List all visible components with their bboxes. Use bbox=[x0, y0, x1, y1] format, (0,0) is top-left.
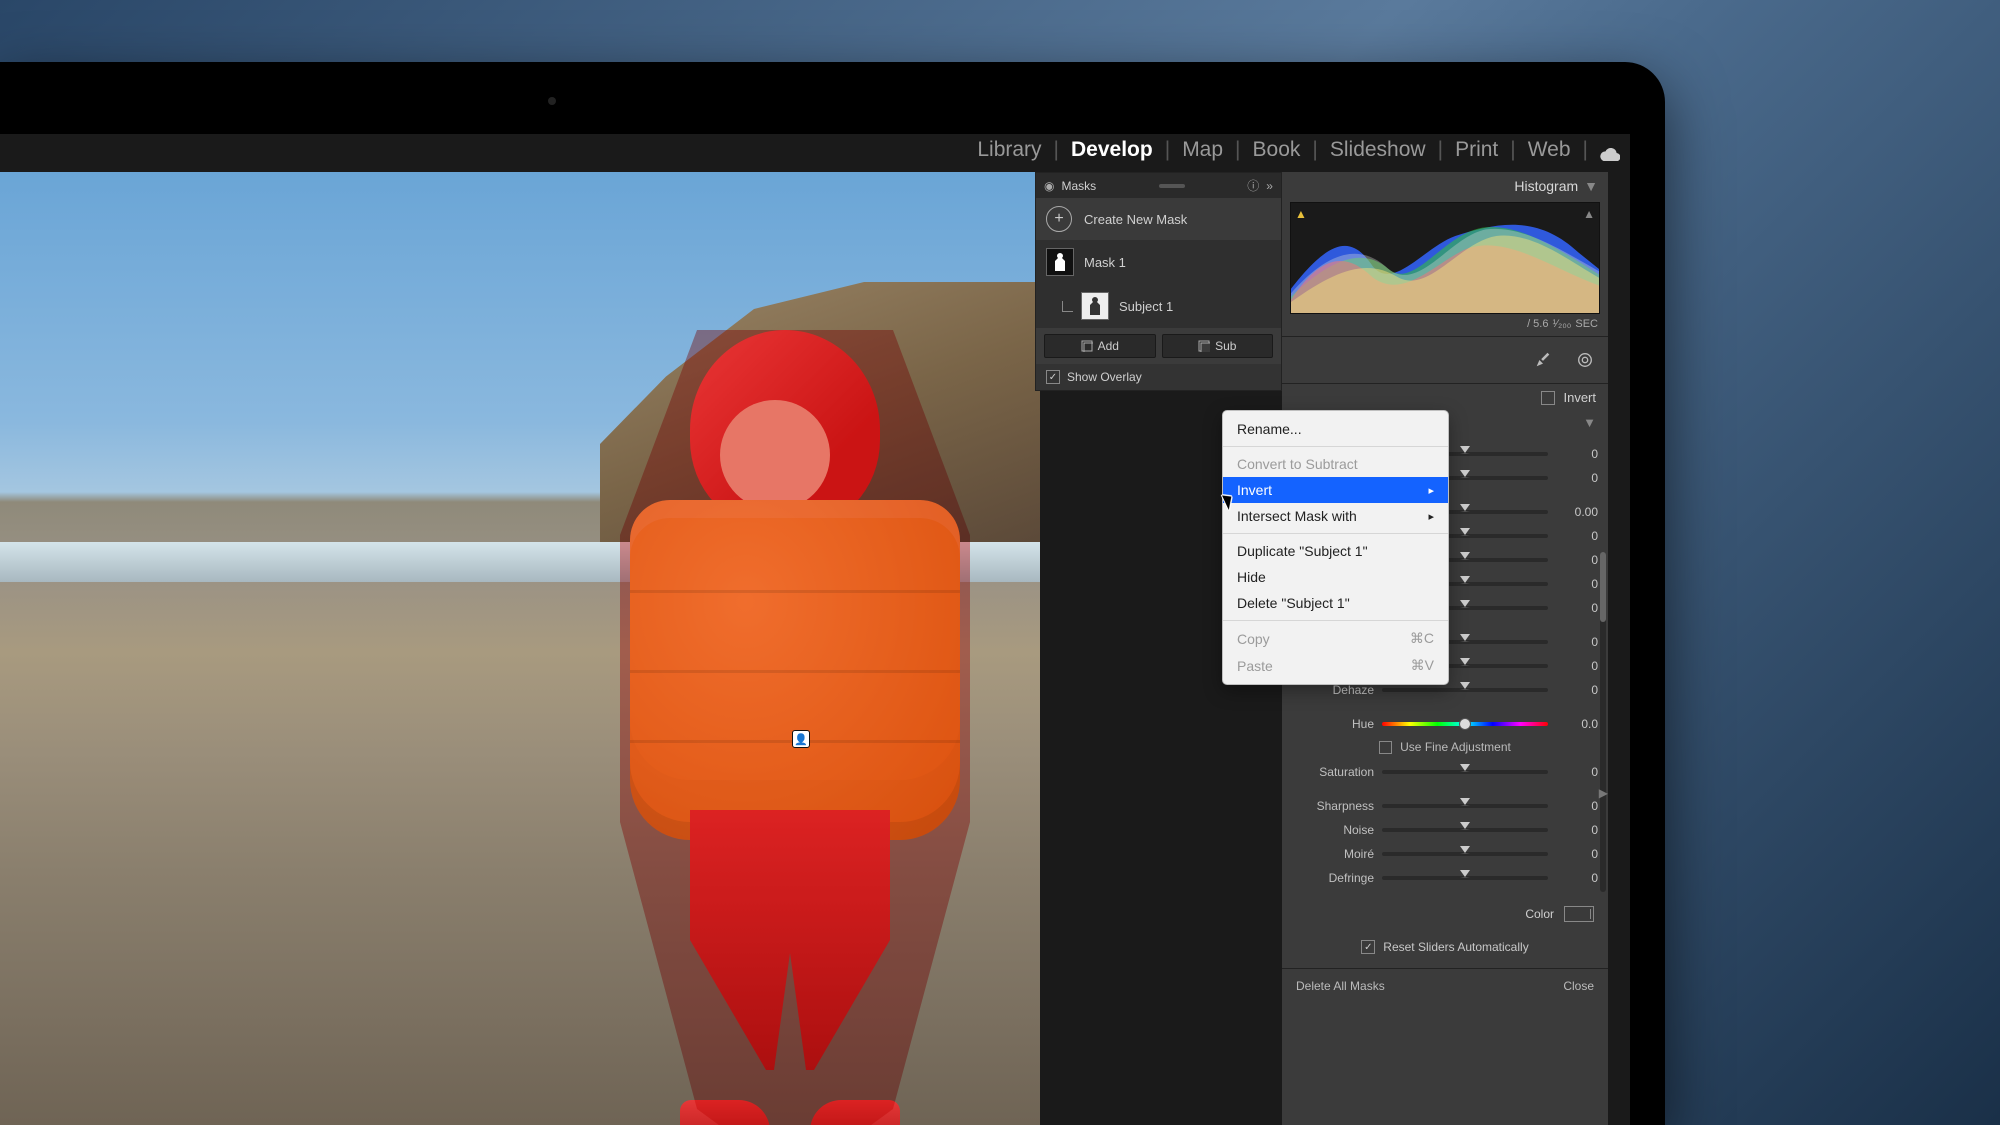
defringe-slider[interactable]: Defringe0 bbox=[1292, 866, 1598, 890]
module-slideshow[interactable]: Slideshow bbox=[1330, 138, 1426, 162]
context-menu: Rename... Convert to Subtract Invert ▸ I… bbox=[1222, 410, 1449, 685]
create-new-mask-label: Create New Mask bbox=[1084, 212, 1187, 227]
create-new-mask-button[interactable]: + Create New Mask bbox=[1036, 198, 1281, 240]
masks-panel-title: Masks bbox=[1061, 179, 1096, 193]
mask-component-item[interactable]: Subject 1 bbox=[1036, 284, 1281, 328]
histogram-graph[interactable]: ▲ ▲ bbox=[1290, 202, 1600, 314]
masks-panel: ◉ Masks ⓘ » + Create New Mask Mask 1 bbox=[1035, 172, 1282, 391]
collapse-icon[interactable]: » bbox=[1266, 179, 1273, 193]
highlight-clip-warning-icon[interactable]: ▲ bbox=[1583, 207, 1595, 221]
subject-thumbnail-icon bbox=[1081, 292, 1109, 320]
eye-icon: ◉ bbox=[1044, 179, 1054, 193]
checkbox-unchecked-icon[interactable] bbox=[1379, 741, 1392, 754]
color-picker-row[interactable]: Color bbox=[1282, 898, 1608, 932]
reset-sliders-row[interactable]: ✓ Reset Sliders Automatically bbox=[1282, 932, 1608, 969]
app-screen: Library | Develop | Map | Book | Slidesh… bbox=[0, 134, 1630, 1125]
module-map[interactable]: Map bbox=[1182, 138, 1223, 162]
delete-all-masks-button[interactable]: Delete All Masks bbox=[1296, 979, 1385, 993]
shadow-clip-warning-icon[interactable]: ▲ bbox=[1295, 207, 1307, 221]
module-web[interactable]: Web bbox=[1528, 138, 1571, 162]
menu-paste: Paste ⌘V bbox=[1223, 652, 1448, 679]
mask-name: Mask 1 bbox=[1084, 255, 1126, 270]
image-preview[interactable]: 👤 bbox=[0, 172, 1040, 1125]
noise-slider[interactable]: Noise0 bbox=[1292, 818, 1598, 842]
slider-knob-icon[interactable] bbox=[1460, 446, 1470, 454]
checkbox-unchecked-icon[interactable] bbox=[1541, 391, 1555, 405]
color-label: Color bbox=[1525, 907, 1554, 921]
laptop-frame: Library | Develop | Map | Book | Slidesh… bbox=[0, 62, 1665, 1125]
menu-intersect-mask-with[interactable]: Intersect Mask with ▸ bbox=[1223, 503, 1448, 529]
module-book[interactable]: Book bbox=[1253, 138, 1301, 162]
menu-convert-to-subtract: Convert to Subtract bbox=[1223, 451, 1448, 477]
mask-panel-footer: Delete All Masks Close bbox=[1282, 969, 1608, 997]
mask-item[interactable]: Mask 1 bbox=[1036, 240, 1281, 284]
mask-add-subtract-row: Add Sub bbox=[1036, 328, 1281, 364]
show-overlay-label: Show Overlay bbox=[1067, 370, 1142, 384]
mask-pin-icon[interactable]: 👤 bbox=[792, 730, 810, 748]
shutter-readout-pre: ¹⁄₂₀₀ bbox=[1552, 318, 1571, 330]
menu-copy: Copy ⌘C bbox=[1223, 625, 1448, 652]
mask-thumbnail-icon bbox=[1046, 248, 1074, 276]
shutter-readout-suffix: SEC bbox=[1575, 318, 1598, 330]
histogram-header[interactable]: Histogram ▼ bbox=[1282, 172, 1608, 200]
disclosure-triangle-icon[interactable]: ▼ bbox=[1584, 178, 1598, 194]
plus-icon: + bbox=[1046, 206, 1072, 232]
module-nav: Library | Develop | Map | Book | Slidesh… bbox=[977, 138, 1620, 162]
menu-invert[interactable]: Invert ▸ bbox=[1223, 477, 1448, 503]
cloud-sync-icon[interactable] bbox=[1600, 143, 1620, 157]
module-develop[interactable]: Develop bbox=[1071, 138, 1153, 162]
sharpness-slider[interactable]: Sharpness0 bbox=[1292, 794, 1598, 818]
brush-tool-icon[interactable] bbox=[1534, 351, 1552, 369]
histogram-title: Histogram bbox=[1514, 178, 1578, 194]
color-swatch-icon[interactable] bbox=[1564, 906, 1594, 922]
close-button[interactable]: Close bbox=[1563, 979, 1594, 993]
menu-duplicate[interactable]: Duplicate "Subject 1" bbox=[1223, 538, 1448, 564]
checkbox-checked-icon[interactable]: ✓ bbox=[1046, 370, 1060, 384]
saturation-slider[interactable]: Saturation0 bbox=[1292, 760, 1598, 784]
subject-name: Subject 1 bbox=[1119, 299, 1173, 314]
info-icon[interactable]: ⓘ bbox=[1247, 177, 1259, 194]
photo-canvas bbox=[0, 172, 1040, 1125]
nav-separator: | bbox=[1054, 138, 1059, 162]
submenu-arrow-icon: ▸ bbox=[1428, 484, 1434, 497]
reset-sliders-label: Reset Sliders Automatically bbox=[1383, 940, 1528, 954]
vertical-scrollbar[interactable] bbox=[1600, 552, 1606, 892]
checkbox-checked-icon[interactable]: ✓ bbox=[1361, 940, 1375, 954]
radial-tool-icon[interactable] bbox=[1576, 351, 1594, 369]
disclosure-triangle-icon[interactable]: ▼ bbox=[1583, 415, 1596, 430]
fine-adjustment-row[interactable]: Use Fine Adjustment bbox=[1292, 736, 1598, 760]
local-tool-strip bbox=[1282, 336, 1608, 384]
invert-mask-row[interactable]: Invert bbox=[1282, 384, 1608, 411]
add-mask-button[interactable]: Add bbox=[1044, 334, 1156, 358]
scrollbar-thumb[interactable] bbox=[1600, 552, 1606, 622]
module-library[interactable]: Library bbox=[977, 138, 1041, 162]
exposure-readout: / 5.6 ¹⁄₂₀₀ SEC bbox=[1282, 316, 1608, 336]
invert-label: Invert bbox=[1563, 390, 1596, 405]
hue-slider[interactable]: Hue0.0 bbox=[1292, 712, 1598, 736]
module-print[interactable]: Print bbox=[1455, 138, 1498, 162]
side-panel-collapse-icon[interactable]: ▶ bbox=[1599, 786, 1608, 800]
menu-divider bbox=[1223, 446, 1448, 447]
menu-delete[interactable]: Delete "Subject 1" bbox=[1223, 590, 1448, 616]
moire-slider[interactable]: Moiré0 bbox=[1292, 842, 1598, 866]
subtract-mask-button[interactable]: Sub bbox=[1162, 334, 1274, 358]
menu-hide[interactable]: Hide bbox=[1223, 564, 1448, 590]
masked-subject bbox=[620, 330, 970, 1125]
masks-panel-header[interactable]: ◉ Masks ⓘ » bbox=[1036, 173, 1281, 198]
aperture-readout: / 5.6 bbox=[1527, 318, 1548, 330]
tree-corner-icon bbox=[1062, 301, 1073, 312]
panel-drag-grip-icon[interactable] bbox=[1159, 184, 1185, 188]
submenu-arrow-icon: ▸ bbox=[1428, 510, 1434, 523]
shortcut-label: ⌘C bbox=[1410, 630, 1434, 647]
shortcut-label: ⌘V bbox=[1411, 657, 1434, 674]
menu-rename[interactable]: Rename... bbox=[1223, 416, 1448, 442]
show-overlay-row[interactable]: ✓ Show Overlay bbox=[1036, 364, 1281, 390]
